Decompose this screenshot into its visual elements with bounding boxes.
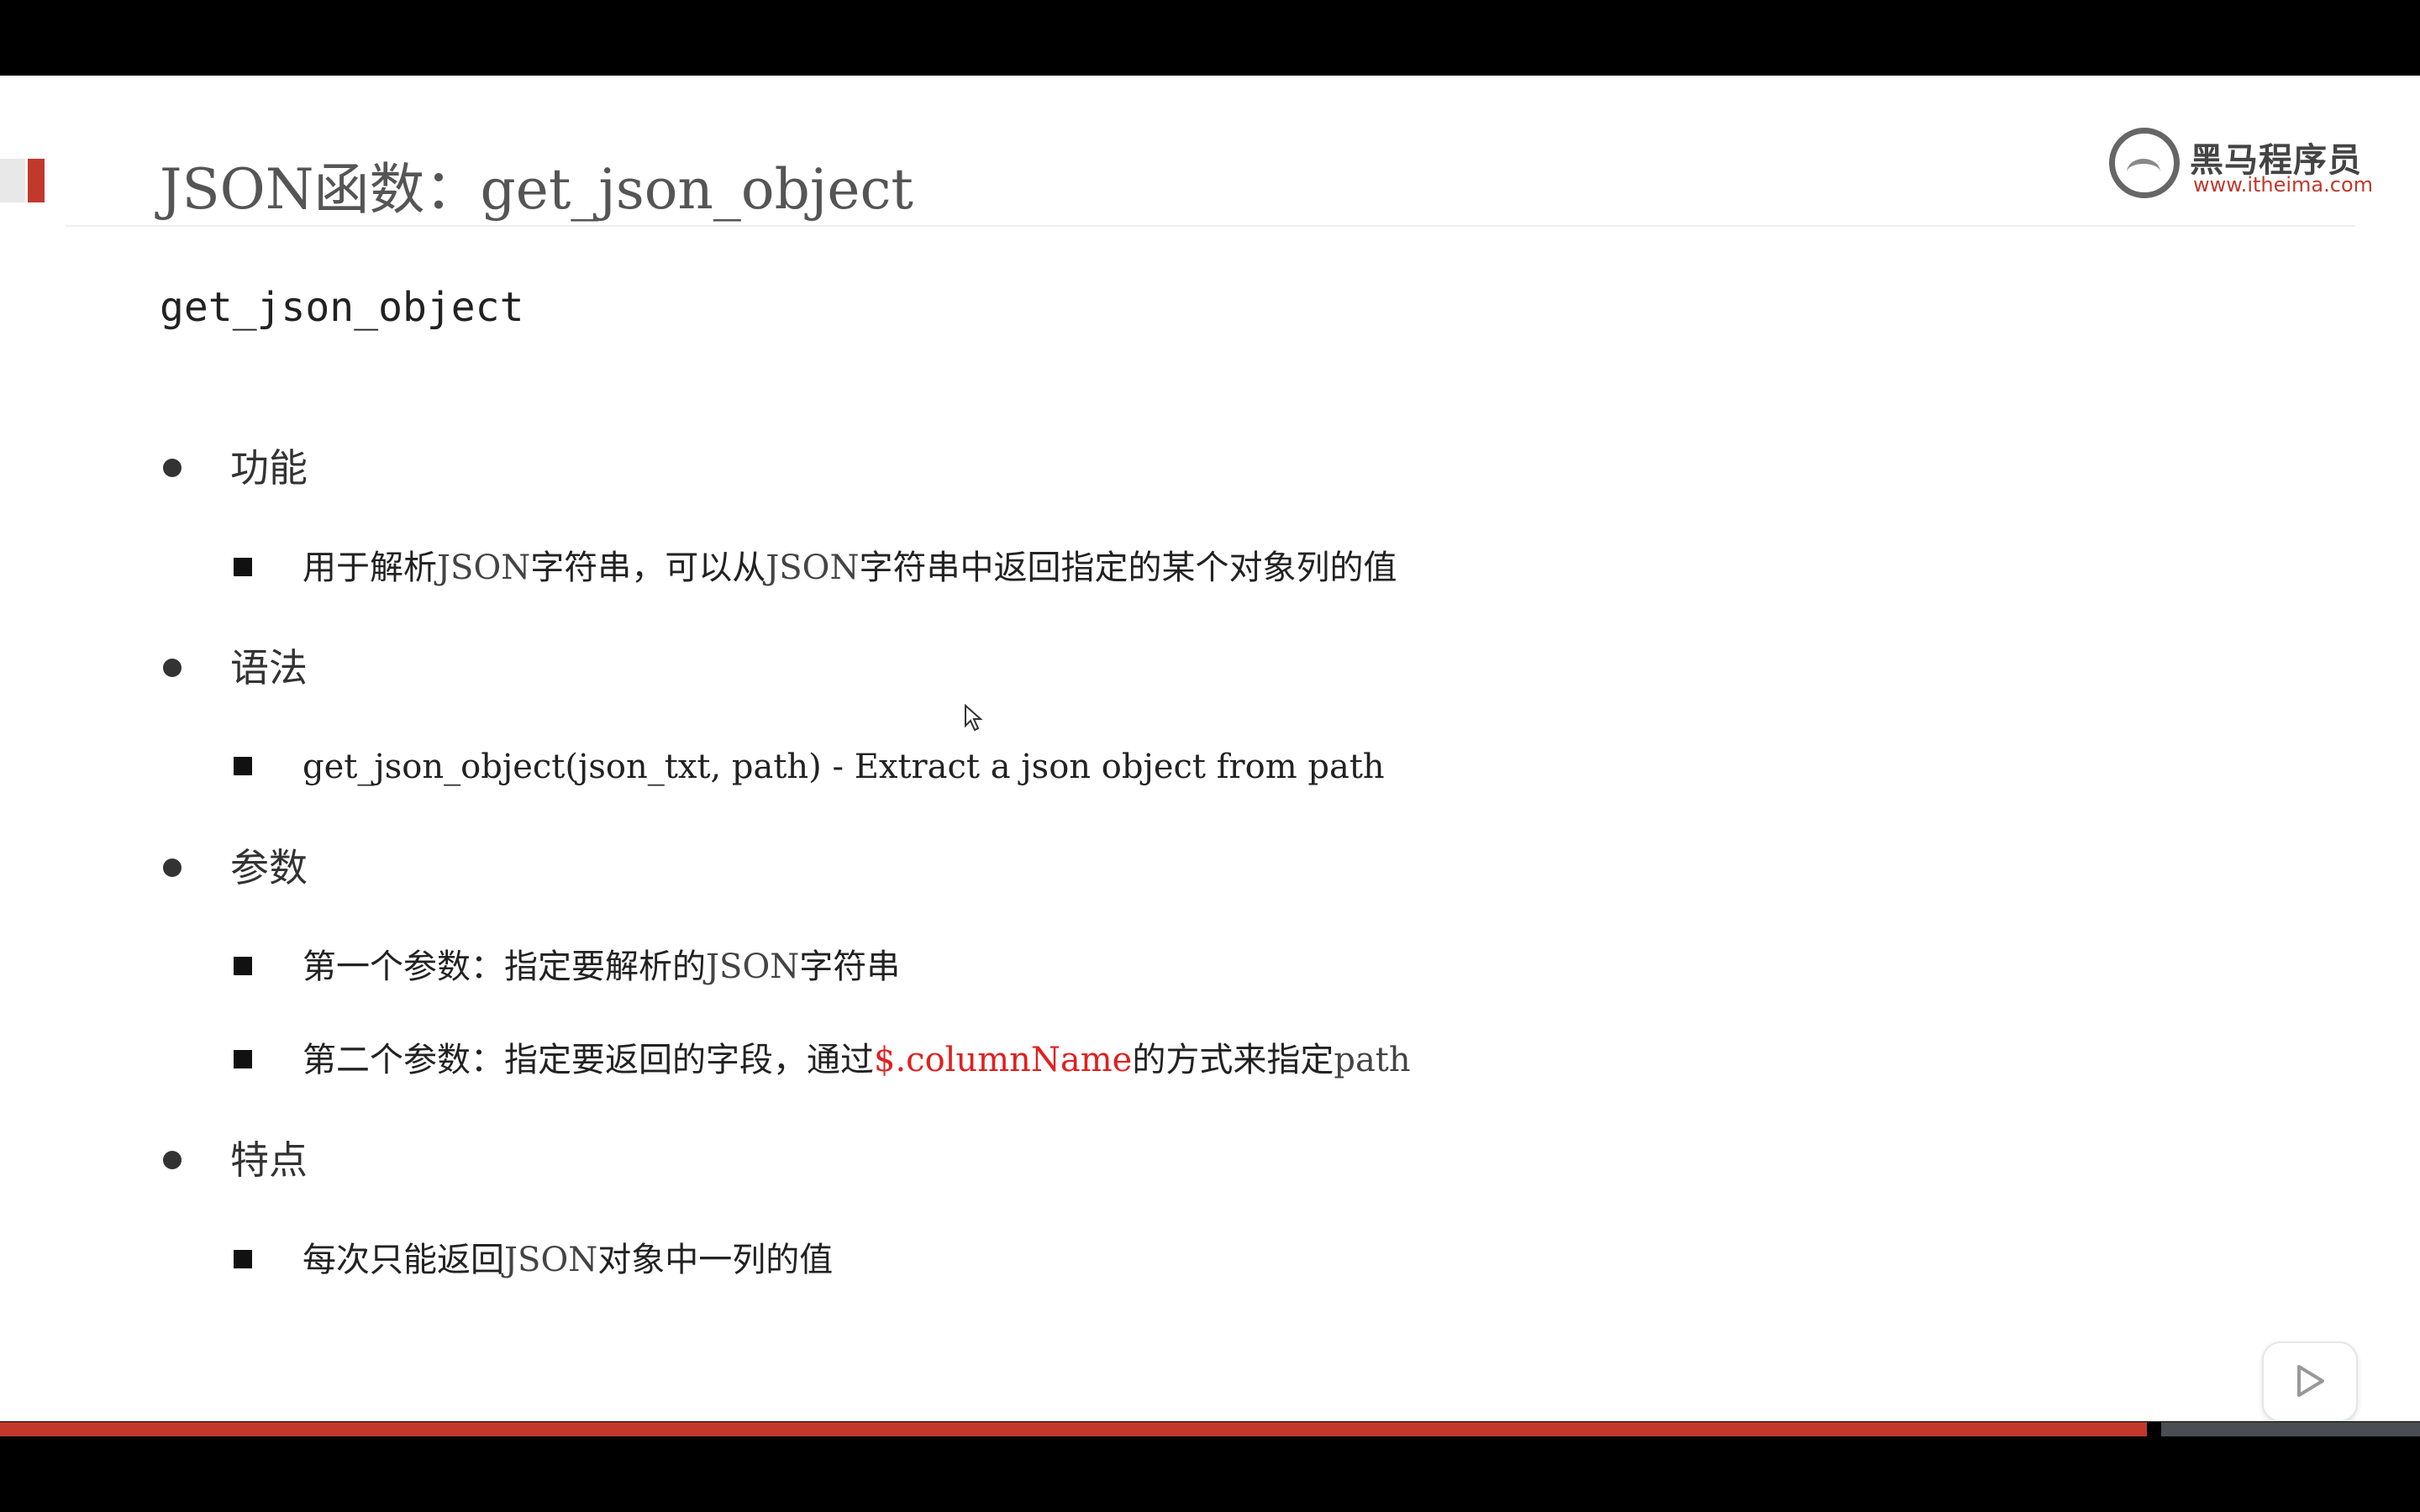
brand-logo: 黑马程序员 www.itheima.com — [2109, 128, 2373, 203]
bullet-square-icon — [234, 1250, 252, 1268]
syntax-text: get_json_object(json_txt, path) - Extrac… — [302, 748, 1385, 786]
play-icon — [2297, 1365, 2324, 1397]
section-heading: 语法 — [230, 645, 308, 690]
slide-title: JSON函数：get_json_object — [160, 157, 913, 222]
slide-subtitle: get_json_object — [160, 284, 524, 331]
highlight-path: $.columnName — [874, 1041, 1133, 1079]
bullet-square-icon — [234, 1050, 252, 1068]
list-item: 用于解析JSON字符串，可以从JSON字符串中返回指定的某个对象列的值 — [232, 543, 2249, 593]
item-text: 第一个参数：指定要解析的JSON字符串 — [302, 948, 901, 986]
logo-horse-icon — [2109, 128, 2180, 198]
section-features: 特点 — [160, 1131, 2176, 1189]
item-text: 用于解析JSON字符串，可以从JSON字符串中返回指定的某个对象列的值 — [302, 549, 1397, 587]
section-syntax: 语法 — [160, 638, 2176, 697]
top-black-bar — [0, 0, 2420, 76]
title-accent-shadow — [0, 159, 25, 202]
bullet-square-icon — [234, 757, 252, 775]
title-accent-bar — [28, 159, 45, 202]
item-text: 第二个参数：指定要返回的字段，通过$.columnName的方式来指定path — [302, 1041, 1411, 1079]
bullet-dot-icon — [163, 659, 182, 677]
list-item: 第二个参数：指定要返回的字段，通过$.columnName的方式来指定path — [232, 1035, 2249, 1085]
bullet-square-icon — [234, 957, 252, 975]
progress-bar-fill — [0, 1422, 2147, 1436]
item-text: 每次只能返回JSON对象中一列的值 — [302, 1241, 834, 1279]
bullet-dot-icon — [163, 1151, 182, 1169]
section-heading: 功能 — [230, 445, 308, 491]
bullet-dot-icon — [163, 459, 182, 477]
section-params: 参数 — [160, 838, 2176, 897]
bullet-square-icon — [234, 558, 252, 576]
list-item: get_json_object(json_txt, path) - Extrac… — [232, 742, 2249, 792]
list-item: 每次只能返回JSON对象中一列的值 — [232, 1235, 2249, 1285]
progress-bar-remaining — [2161, 1422, 2420, 1436]
title-divider — [66, 225, 2355, 227]
section-heading: 参数 — [230, 845, 308, 890]
bottom-black-bar — [0, 1436, 2420, 1512]
bullet-dot-icon — [163, 858, 182, 877]
slide: JSON函数：get_json_object 黑马程序员 www.itheima… — [0, 76, 2420, 1421]
section-function: 功能 — [160, 438, 2176, 497]
section-heading: 特点 — [230, 1137, 308, 1183]
list-item: 第一个参数：指定要解析的JSON字符串 — [232, 942, 2249, 992]
play-button[interactable] — [2262, 1341, 2358, 1421]
logo-url: www.itheima.com — [2193, 173, 2374, 197]
